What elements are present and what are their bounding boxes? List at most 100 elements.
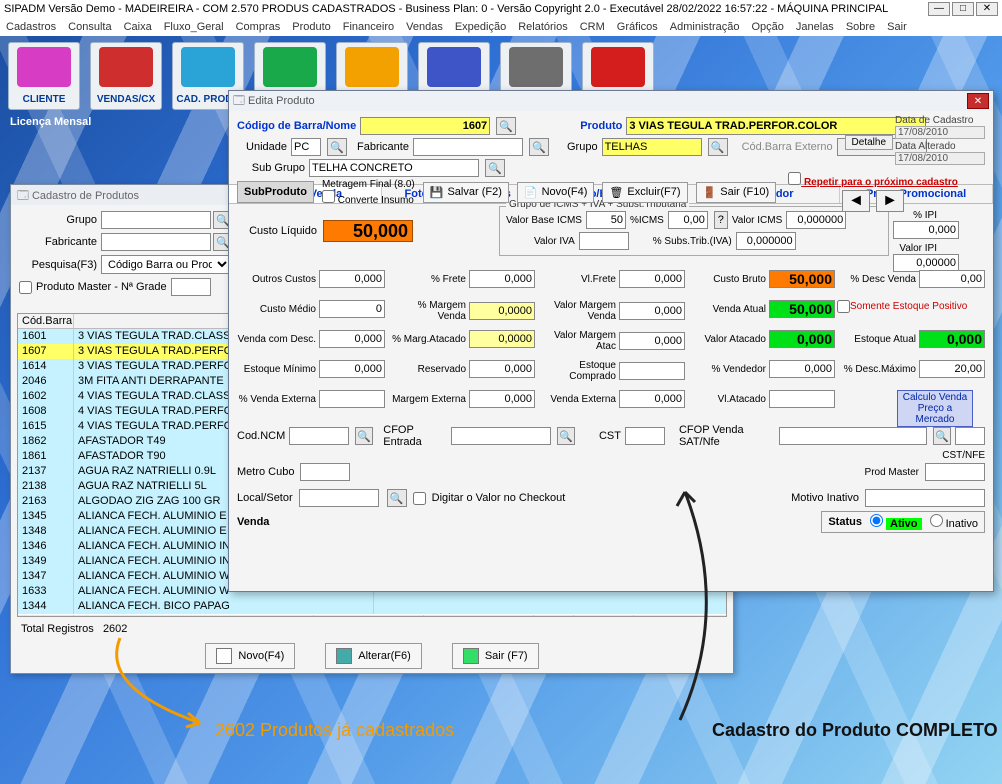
icms-help-button[interactable]: ? <box>714 211 728 229</box>
menu-cadastros[interactable]: Cadastros <box>6 21 56 33</box>
vendedor-input[interactable] <box>769 360 835 378</box>
desc_venda-input[interactable] <box>919 270 985 288</box>
venda_desc-input[interactable] <box>319 330 385 348</box>
ncm-search-icon[interactable]: 🔍 <box>355 427 373 445</box>
marg_atac-input[interactable] <box>469 330 535 348</box>
grupo-input[interactable] <box>101 211 211 229</box>
inativo-radio[interactable]: Inativo <box>930 514 978 530</box>
menu-caixa[interactable]: Caixa <box>124 21 152 33</box>
motivo-inativo-input[interactable] <box>865 489 985 507</box>
menu-expedição[interactable]: Expedição <box>455 21 506 33</box>
edit-fabricante-search-icon[interactable]: 🔍 <box>529 138 549 156</box>
menu-financeiro[interactable]: Financeiro <box>343 21 394 33</box>
est_min-input[interactable] <box>319 360 385 378</box>
produto-input[interactable] <box>626 117 926 135</box>
custo_medio-input[interactable] <box>319 300 385 318</box>
menu-janelas[interactable]: Janelas <box>796 21 834 33</box>
cst-input[interactable] <box>625 427 665 445</box>
menu-administração[interactable]: Administração <box>670 21 740 33</box>
edit-close-button[interactable]: ✕ <box>967 93 989 109</box>
menu-sobre[interactable]: Sobre <box>846 21 875 33</box>
tool-btn-1[interactable]: VENDAS/CX <box>90 42 162 110</box>
cfop-venda-input[interactable] <box>779 427 927 445</box>
local-search-icon[interactable]: 🔍 <box>387 489 407 507</box>
cfop-venda-search-icon[interactable]: 🔍 <box>933 427 951 445</box>
est_comp-input[interactable] <box>619 362 685 380</box>
subs-trib-input[interactable] <box>736 232 796 250</box>
marg_ext-input[interactable] <box>469 390 535 408</box>
grade-input[interactable] <box>171 278 211 296</box>
edit-fabricante-input[interactable] <box>413 138 523 156</box>
valor-iva-input[interactable] <box>579 232 629 250</box>
edit-grupo-input[interactable] <box>602 138 702 156</box>
menu-opção[interactable]: Opção <box>751 21 783 33</box>
prev-button[interactable]: ◄ <box>842 190 870 212</box>
unidade-input[interactable] <box>291 138 321 156</box>
custo_bruto-input[interactable] <box>769 270 835 288</box>
ncm-input[interactable] <box>289 427 349 445</box>
sair-button[interactable]: Sair (F7) <box>452 643 539 669</box>
edit-grupo-search-icon[interactable]: 🔍 <box>708 138 728 156</box>
novo-button[interactable]: Novo(F4) <box>205 643 295 669</box>
minimize-button[interactable]: — <box>928 2 950 16</box>
codigo-search-icon[interactable]: 🔍 <box>496 117 516 135</box>
venda_ext2-input[interactable] <box>619 390 685 408</box>
valor-icms-input[interactable] <box>786 211 846 229</box>
unidade-search-icon[interactable]: 🔍 <box>327 138 347 156</box>
menu-fluxo_geral[interactable]: Fluxo_Geral <box>164 21 224 33</box>
fabricante-input[interactable] <box>101 233 211 251</box>
converte-insumo-checkbox[interactable]: Converte Insumo <box>322 195 414 206</box>
menu-gráficos[interactable]: Gráficos <box>617 21 658 33</box>
produto-master-checkbox[interactable] <box>19 281 32 294</box>
cfop-entrada-input[interactable] <box>451 427 551 445</box>
marg_venda-input[interactable] <box>469 302 535 320</box>
pct-ipi-input[interactable] <box>893 221 959 239</box>
custo-liquido-value[interactable]: 50,000 <box>323 220 413 242</box>
reservado-input[interactable] <box>469 360 535 378</box>
menu-produto[interactable]: Produto <box>292 21 331 33</box>
outros-input[interactable] <box>319 270 385 288</box>
maximize-button[interactable]: □ <box>952 2 974 16</box>
pesquisa-select[interactable]: Código Barra ou Produto <box>101 255 231 274</box>
codigo-input[interactable] <box>360 117 490 135</box>
pct-icms-input[interactable] <box>668 211 708 229</box>
table-row[interactable]: 1344ALIANCA FECH. BICO PAPAG <box>18 599 726 614</box>
base-icms-input[interactable] <box>586 211 626 229</box>
venda_ext-input[interactable] <box>319 390 385 408</box>
salvar-button[interactable]: 💾Salvar (F2) <box>423 182 509 203</box>
prod-master-input[interactable] <box>925 463 985 481</box>
ativo-radio[interactable]: Ativo <box>870 514 922 530</box>
local-setor-input[interactable] <box>299 489 379 507</box>
cstnfe-input[interactable] <box>955 427 985 445</box>
som-estoque-checkbox[interactable] <box>837 300 850 313</box>
digitar-checkout-checkbox[interactable] <box>413 492 426 505</box>
calculo-venda-button[interactable]: Calculo VendaPreço a Mercado <box>897 390 973 427</box>
excluir-button[interactable]: 🗑Excluir(F7) <box>602 182 687 203</box>
vma-input[interactable] <box>619 332 685 350</box>
repetir-checkbox[interactable]: Repetir para o próximo cadastro <box>788 172 958 188</box>
desc_max-input[interactable] <box>919 360 985 378</box>
next-button[interactable]: ► <box>876 190 904 212</box>
frete-input[interactable] <box>469 270 535 288</box>
subproduto-button[interactable]: SubProduto <box>237 181 314 203</box>
vlatac-input[interactable] <box>769 390 835 408</box>
menu-vendas[interactable]: Vendas <box>406 21 443 33</box>
alterar-button[interactable]: Alterar(F6) <box>325 643 422 669</box>
menu-sair[interactable]: Sair <box>887 21 907 33</box>
detalhe-button[interactable]: Detalhe <box>845 135 893 150</box>
menu-crm[interactable]: CRM <box>580 21 605 33</box>
edit-sair-button[interactable]: 🚪Sair (F10) <box>696 182 777 203</box>
edit-novo-button[interactable]: 📄Novo(F4) <box>517 182 595 203</box>
menu-compras[interactable]: Compras <box>236 21 281 33</box>
est_atual-input[interactable] <box>919 330 985 348</box>
valor_atac-input[interactable] <box>769 330 835 348</box>
metro-cubo-input[interactable] <box>300 463 350 481</box>
menu-relatórios[interactable]: Relatórios <box>518 21 568 33</box>
table-row[interactable]: 2293ALIANCA FECH. COLONIAL EXT. 3600/100… <box>18 615 726 617</box>
vlfrete-input[interactable] <box>619 270 685 288</box>
close-button[interactable]: ✕ <box>976 2 998 16</box>
tool-btn-0[interactable]: CLIENTE <box>8 42 80 110</box>
vmv-input[interactable] <box>619 302 685 320</box>
menu-consulta[interactable]: Consulta <box>68 21 111 33</box>
cfop-ent-search-icon[interactable]: 🔍 <box>557 427 575 445</box>
